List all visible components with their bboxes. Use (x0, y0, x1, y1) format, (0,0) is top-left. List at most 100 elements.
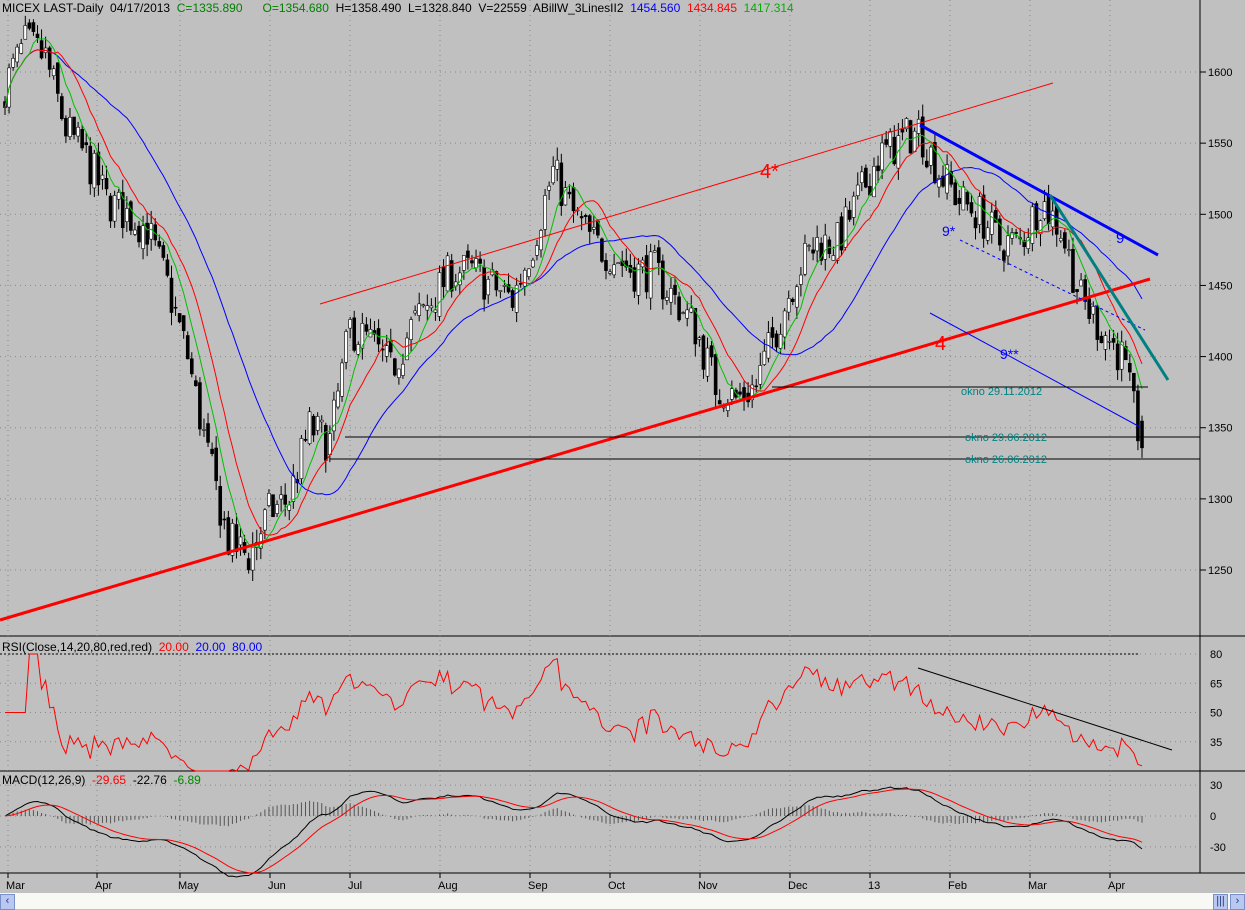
scroll-thumb[interactable]: ||| (1213, 894, 1228, 910)
x-tick-label: Dec (788, 880, 808, 892)
candle-body (669, 288, 673, 303)
candle-body (502, 284, 507, 287)
candle-body (96, 151, 101, 186)
candle-body (194, 380, 198, 387)
candle-body (92, 152, 97, 189)
candle-body (291, 475, 296, 502)
symbol-label: MICEX LAST-Daily (2, 1, 104, 15)
candle-body (888, 131, 893, 147)
candle-body (851, 195, 856, 218)
candle-body (384, 345, 389, 357)
candle-body (466, 250, 470, 258)
candle-body (547, 185, 551, 191)
rsi-tick-label: 50 (1210, 708, 1222, 720)
candle-body (1087, 298, 1092, 319)
candle-body (673, 284, 677, 295)
ma-blue-value: 1454.560 (630, 1, 681, 15)
horizontal-scrollbar[interactable]: ‹ ||| › (0, 893, 1245, 910)
candle-body (238, 536, 243, 546)
candle-body (263, 509, 267, 531)
candle-body (401, 363, 405, 376)
candle-body (104, 178, 109, 190)
candle-body (181, 315, 186, 332)
candle-body (234, 524, 239, 552)
candle-body (807, 245, 811, 247)
candle-body (510, 290, 515, 308)
scroll-right-button[interactable]: › (1230, 894, 1245, 910)
candle-body (1002, 250, 1006, 261)
candle-body (437, 272, 442, 317)
price-tick-label: 1450 (1208, 280, 1232, 292)
wave-label-9dstar: 9** (1000, 346, 1019, 362)
candle-body (535, 245, 539, 256)
candle-body (429, 305, 434, 309)
candle-body (782, 310, 787, 338)
candle-body (592, 226, 596, 230)
macd-line (4, 786, 1143, 878)
candle-body (977, 196, 982, 225)
candle-body (1030, 206, 1035, 244)
candle-body (713, 354, 718, 395)
candle-body (283, 494, 287, 505)
rsi-trendline (917, 667, 1173, 751)
x-tick-label: Sep (528, 880, 548, 892)
candle-body (137, 225, 141, 243)
candle-body (336, 390, 340, 408)
candle-body (831, 255, 836, 261)
candle-body (522, 269, 527, 287)
candle-body (112, 195, 117, 222)
candle-body (652, 250, 657, 253)
candle-body (198, 382, 202, 430)
candle-body (665, 297, 669, 301)
candle-body (636, 263, 641, 296)
price-tick-label: 1600 (1208, 67, 1232, 79)
candle-body (539, 230, 543, 251)
support-trendline-4 (0, 277, 1151, 622)
x-tick-label: Mar (1028, 880, 1047, 892)
candle-body (486, 278, 491, 296)
candle-body (608, 271, 612, 274)
rsi-tick-label: 80 (1210, 649, 1222, 661)
x-tick-label: Jul (348, 880, 362, 892)
candle-body (145, 222, 149, 245)
candle-body (604, 260, 608, 271)
macd-tick-label: 0 (1210, 811, 1216, 823)
candle-body (84, 142, 89, 146)
candle-body (470, 260, 474, 264)
candle-body (88, 145, 93, 185)
date-label: 04/17/2013 (110, 1, 171, 15)
candle-body (864, 167, 868, 188)
candle-body (860, 171, 864, 183)
candle-body (177, 313, 182, 323)
candle-body (778, 333, 783, 349)
candle-body (76, 126, 80, 137)
candle-body (1067, 249, 1071, 251)
candle-body (482, 266, 486, 300)
macd-label: MACD(12,26,9) (2, 773, 86, 787)
candle-body (876, 165, 880, 172)
candle-body (717, 400, 722, 405)
candle-body (344, 331, 348, 363)
scroll-left-button[interactable]: ‹ (0, 894, 15, 910)
indicator-name: ABillW_3LinesII2 (532, 1, 624, 15)
candle-body (924, 160, 929, 168)
candle-body (169, 277, 174, 313)
candle-body (697, 337, 702, 340)
candle-body (985, 227, 990, 241)
candle-body (803, 243, 807, 275)
candle-body (1115, 343, 1120, 371)
candle-body (222, 518, 227, 521)
price-tick-label: 1300 (1208, 494, 1232, 506)
x-tick-label: Nov (698, 880, 718, 892)
candle-body (315, 416, 320, 431)
candle-body (303, 438, 308, 441)
candle-body (677, 296, 681, 321)
price-tick-label: 1250 (1208, 565, 1232, 577)
candle-body (543, 195, 547, 230)
candle-body (1111, 338, 1116, 343)
rsi-value-2: 20.00 (195, 640, 226, 654)
close-value: C=1335.890 (176, 1, 243, 15)
candle-body (393, 358, 397, 376)
candle-body (961, 186, 966, 211)
candle-body (108, 195, 113, 222)
